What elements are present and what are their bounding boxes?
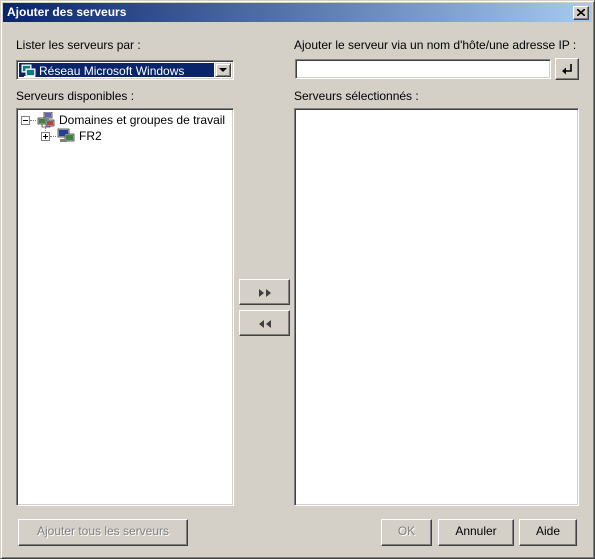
list-by-selected-value: Réseau Microsoft Windows	[19, 63, 214, 78]
title-bar[interactable]: Ajouter des serveurs	[3, 3, 592, 22]
chevron-down-icon	[219, 68, 227, 72]
ok-button[interactable]: OK	[381, 519, 432, 546]
expand-toggle[interactable]	[41, 132, 50, 141]
collapse-toggle[interactable]	[21, 116, 30, 125]
list-by-label: Lister les serveurs par :	[16, 38, 141, 52]
tree-item-label: Domaines et groupes de travail	[59, 113, 226, 127]
network-icon	[21, 64, 36, 77]
add-host-label: Ajouter le serveur via un nom d'hôte/une…	[294, 38, 577, 52]
cancel-label: Annuler	[455, 524, 497, 538]
close-icon	[577, 9, 585, 16]
tree-line	[50, 136, 56, 138]
add-all-servers-label: Ajouter tous les serveurs	[36, 524, 170, 538]
minus-icon	[23, 120, 28, 121]
computer-icon	[57, 128, 75, 142]
remove-selected-button[interactable]	[239, 310, 290, 336]
tree-item-workgroups[interactable]: Domaines et groupes de travail	[17, 112, 231, 128]
workgroup-icon	[37, 112, 55, 128]
help-button[interactable]: Aide	[519, 519, 577, 546]
double-right-arrow-icon	[259, 289, 271, 297]
enter-arrow-icon	[562, 64, 572, 75]
tree-line	[30, 120, 36, 122]
available-servers-label: Serveurs disponibles :	[16, 89, 135, 103]
add-all-servers-button[interactable]: Ajouter tous les serveurs	[18, 519, 188, 546]
available-servers-tree[interactable]: Domaines et groupes de travail FR2	[16, 108, 234, 506]
close-button[interactable]	[573, 6, 589, 20]
tree-item-fr2[interactable]: FR2	[17, 128, 231, 144]
help-label: Aide	[535, 524, 561, 538]
tree-item-label: FR2	[79, 129, 102, 143]
dropdown-button[interactable]	[215, 63, 231, 77]
double-left-arrow-icon	[259, 320, 271, 328]
selected-servers-label: Serveurs sélectionnés :	[294, 89, 419, 103]
host-address-input[interactable]	[295, 59, 551, 79]
window-title: Ajouter des serveurs	[7, 5, 127, 19]
add-selected-button[interactable]	[239, 279, 290, 305]
ok-label: OK	[397, 524, 416, 538]
plus-icon	[43, 134, 48, 139]
list-by-selected-text: Réseau Microsoft Windows	[39, 64, 185, 78]
add-servers-dialog: Ajouter des serveurs Lister les serveurs…	[0, 0, 595, 559]
cancel-button[interactable]: Annuler	[438, 519, 514, 546]
add-host-button[interactable]	[555, 58, 579, 80]
selected-servers-list[interactable]	[294, 108, 579, 506]
list-by-select[interactable]: Réseau Microsoft Windows	[16, 60, 234, 80]
